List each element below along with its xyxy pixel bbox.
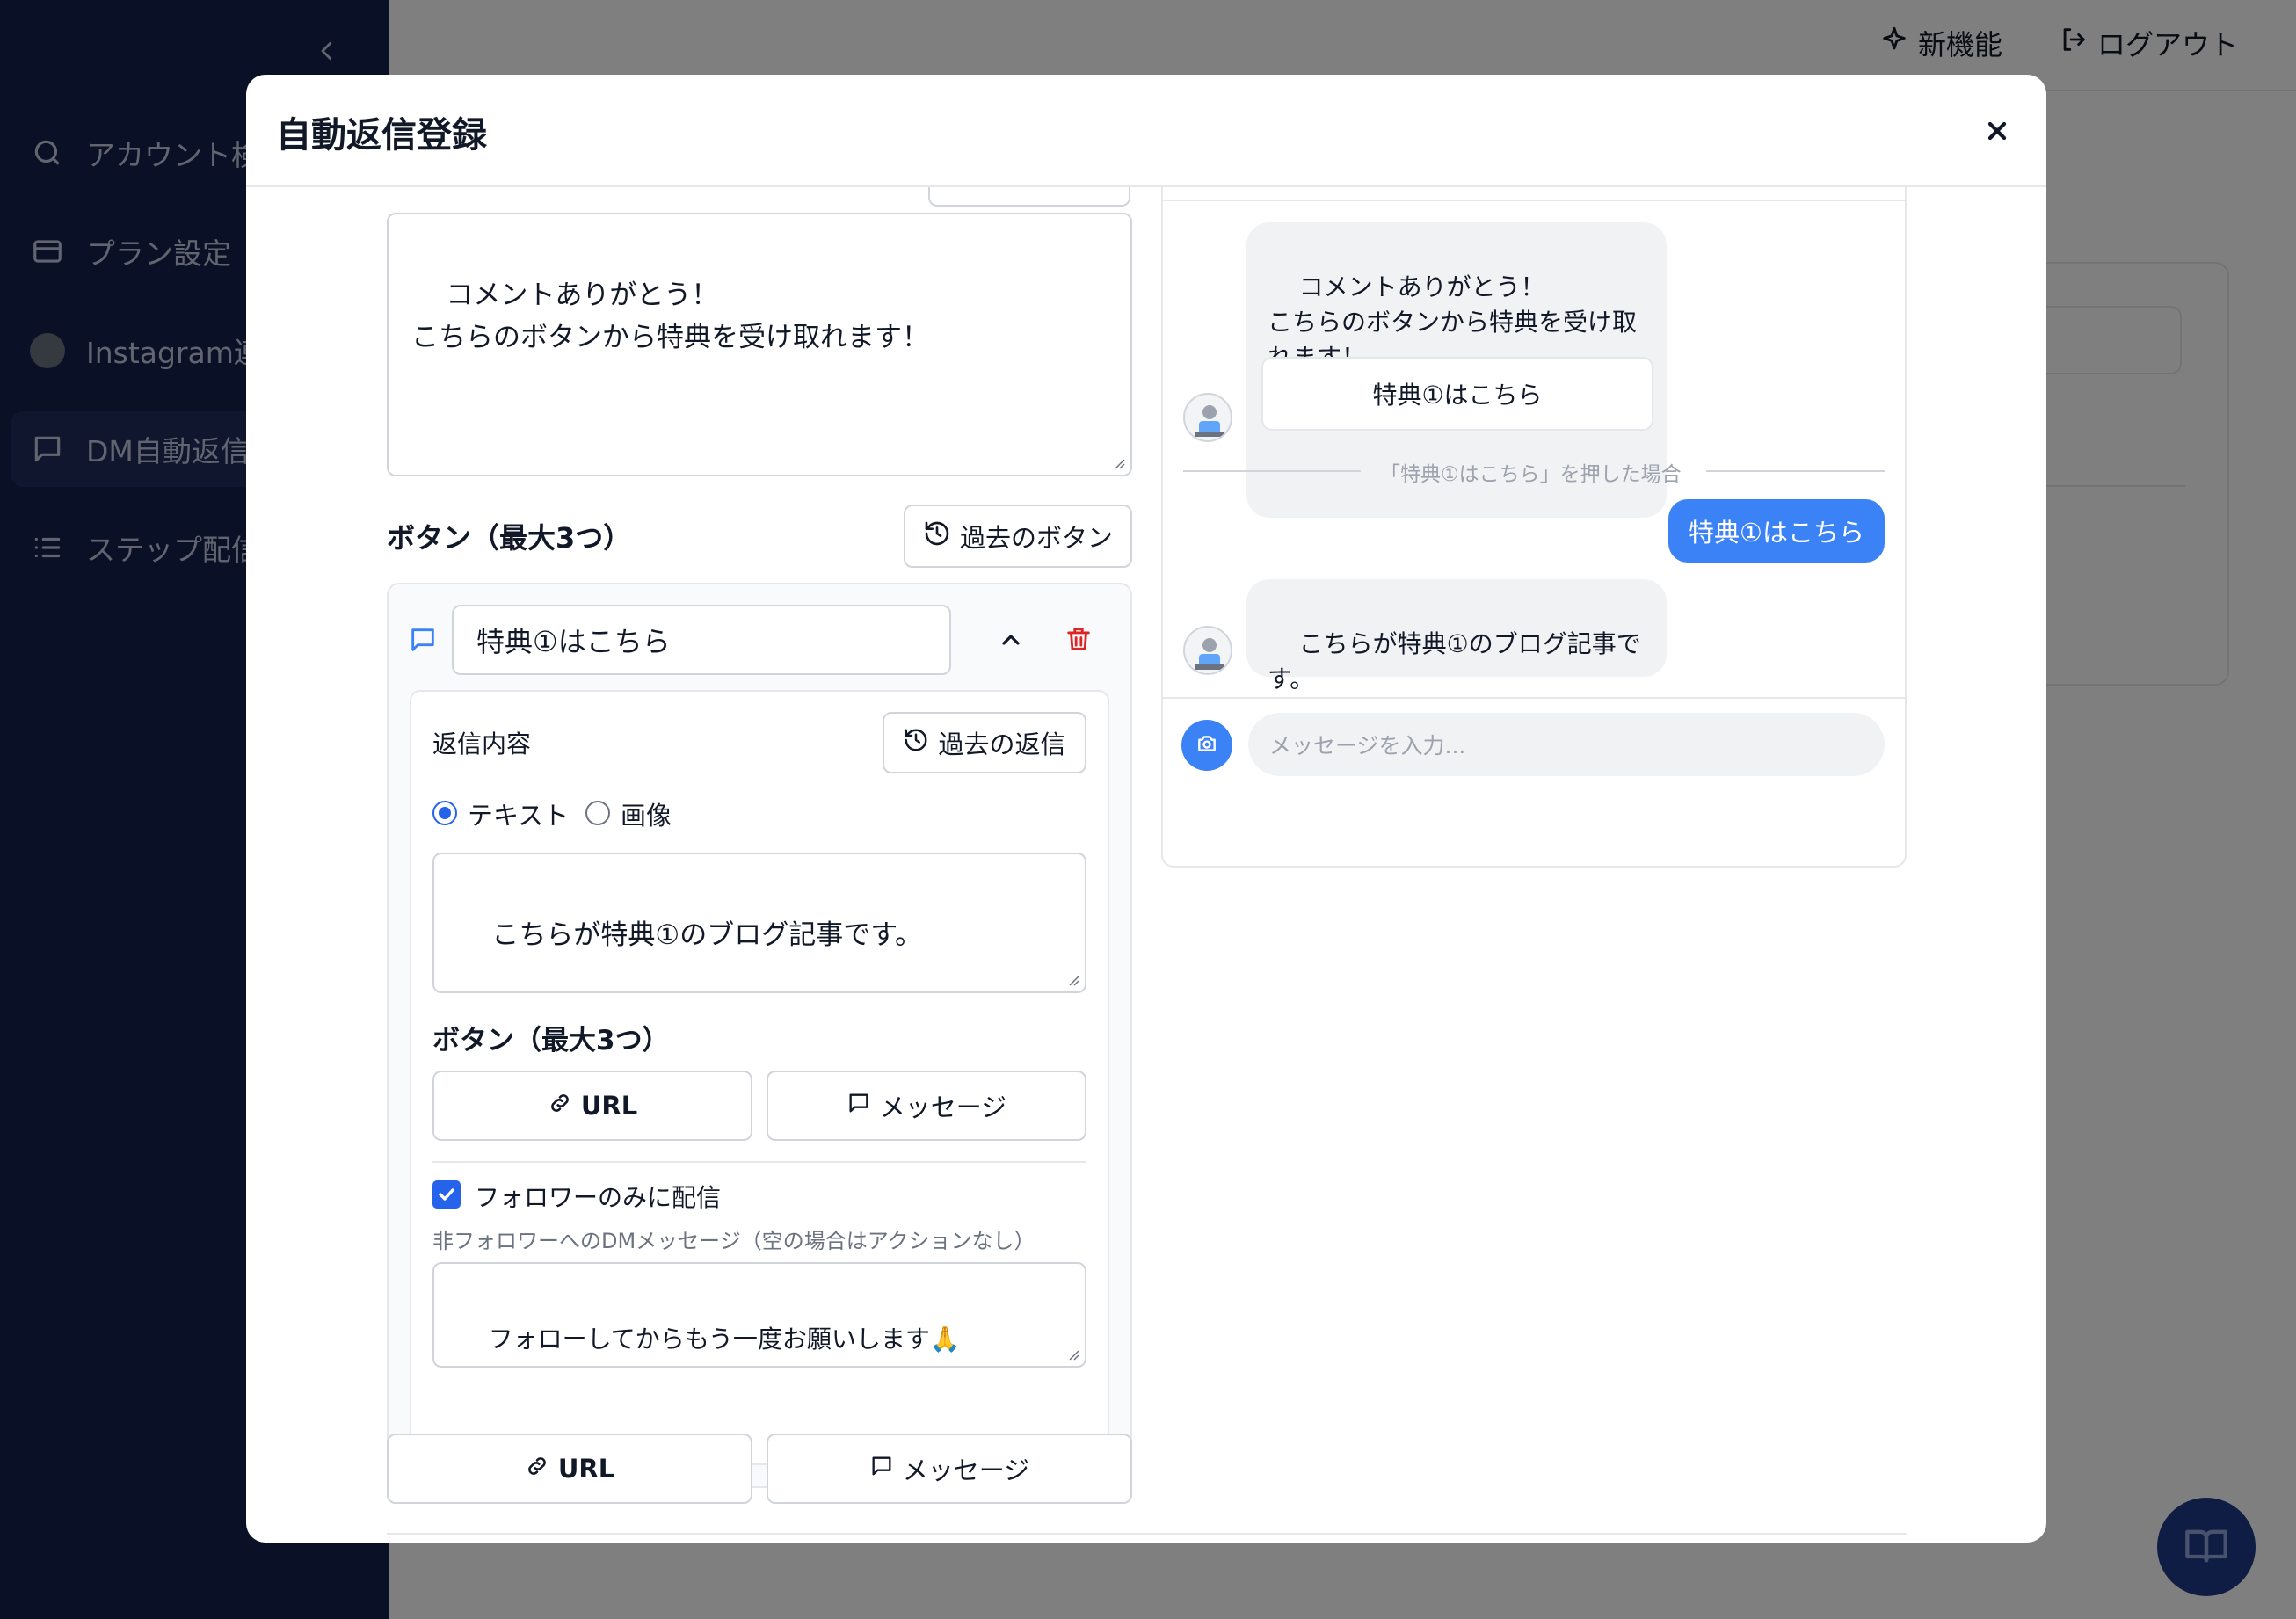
- partial-button[interactable]: [928, 187, 1130, 207]
- radio-text[interactable]: [432, 801, 457, 825]
- history-icon: [923, 519, 951, 554]
- add-url-label: URL: [557, 1454, 615, 1484]
- resize-grip-icon[interactable]: [1065, 1347, 1079, 1361]
- preview-message-button: 特典①はこちら: [1261, 357, 1653, 431]
- non-follower-label: 非フォロワーへのDMメッセージ（空の場合はアクションなし）: [432, 1229, 1035, 1253]
- followers-only-checkbox[interactable]: [432, 1180, 461, 1209]
- separator-line: [1183, 470, 1361, 472]
- non-follower-textarea[interactable]: フォローしてからもう一度お願いします🙏: [432, 1262, 1086, 1368]
- past-buttons-label: 過去のボタン: [959, 523, 1113, 553]
- divider: [1161, 200, 1907, 201]
- reply-text-textarea[interactable]: こちらが特典①のブログ記事です。: [432, 853, 1086, 993]
- link-icon: [548, 1091, 572, 1122]
- reply-text-value: こちらが特典①のブログ記事です。: [491, 919, 923, 951]
- divider: [387, 1533, 1907, 1535]
- history-icon: [903, 727, 929, 759]
- past-replies-label: 過去の返信: [938, 730, 1066, 759]
- add-message-button[interactable]: メッセージ: [767, 1434, 1132, 1504]
- preview-message-button-label: 特典①はこちら: [1372, 381, 1543, 410]
- nested-buttons-title: ボタン（最大3つ）: [432, 1025, 670, 1056]
- modal-title: 自動返信登録: [276, 115, 487, 156]
- button-label-input[interactable]: 特典①はこちら: [452, 605, 951, 675]
- preview-reply-bubble: こちらが特典①のブログ記事で す。: [1246, 579, 1667, 693]
- message-input-placeholder: メッセージを入力...: [1269, 733, 1466, 759]
- button-label-value: 特典①はこちら: [476, 625, 671, 658]
- camera-icon: [1195, 732, 1218, 759]
- nested-url-label: URL: [580, 1091, 638, 1121]
- comment-reply-textarea[interactable]: コメントありがとう！ こちらのボタンから特典を受け取れます！: [387, 213, 1132, 476]
- message-square-icon: [846, 1091, 871, 1122]
- radio-image[interactable]: [585, 801, 610, 825]
- resize-grip-icon[interactable]: [1065, 972, 1079, 986]
- past-buttons-button[interactable]: 過去のボタン: [904, 505, 1132, 568]
- radio-image-label: 画像: [621, 801, 672, 831]
- buttons-section-title: ボタン（最大3つ）: [387, 521, 632, 555]
- modal-header: 自動返信登録: [246, 75, 2046, 187]
- separator-text: 「特典①はこちら」を押した場合: [1380, 463, 1682, 486]
- radio-text-label: テキスト: [468, 801, 570, 831]
- avatar: [1183, 626, 1232, 675]
- comment-reply-text: コメントありがとう！ こちらのボタンから特典を受け取れます！: [411, 280, 929, 353]
- nested-add-url-button[interactable]: URL: [432, 1071, 752, 1141]
- message-square-icon: [869, 1454, 894, 1485]
- resize-grip-icon[interactable]: [1111, 455, 1125, 469]
- chevron-up-icon[interactable]: [997, 626, 1025, 657]
- link-icon: [525, 1454, 549, 1485]
- preview-user-reply: 特典①はこちら: [1668, 499, 1885, 563]
- avatar: [1183, 393, 1232, 442]
- non-follower-text: フォローしてからもう一度お願いします🙏: [488, 1325, 961, 1354]
- nested-add-message-button[interactable]: メッセージ: [767, 1071, 1086, 1141]
- preview-user-reply-text: 特典①はこちら: [1689, 518, 1864, 548]
- camera-button[interactable]: [1181, 720, 1232, 771]
- divider: [1161, 697, 1907, 699]
- separator-line: [1706, 470, 1885, 472]
- auto-reply-modal: 自動返信登録 コメントありがとう！ こちらのボタンから特典を受け取れます！ ボタ…: [246, 75, 2046, 1543]
- trash-icon[interactable]: [1064, 624, 1094, 657]
- add-url-button[interactable]: URL: [387, 1434, 752, 1504]
- past-replies-button[interactable]: 過去の返信: [883, 712, 1086, 773]
- divider: [432, 1161, 1086, 1163]
- close-icon[interactable]: [1980, 113, 2015, 149]
- nested-message-label: メッセージ: [879, 1093, 1007, 1122]
- add-message-label: メッセージ: [902, 1456, 1030, 1485]
- reply-content-title: 返信内容: [432, 730, 532, 759]
- followers-only-label: フォロワーのみに配信: [475, 1183, 722, 1212]
- message-square-icon: [408, 625, 438, 658]
- message-input[interactable]: メッセージを入力...: [1248, 713, 1885, 776]
